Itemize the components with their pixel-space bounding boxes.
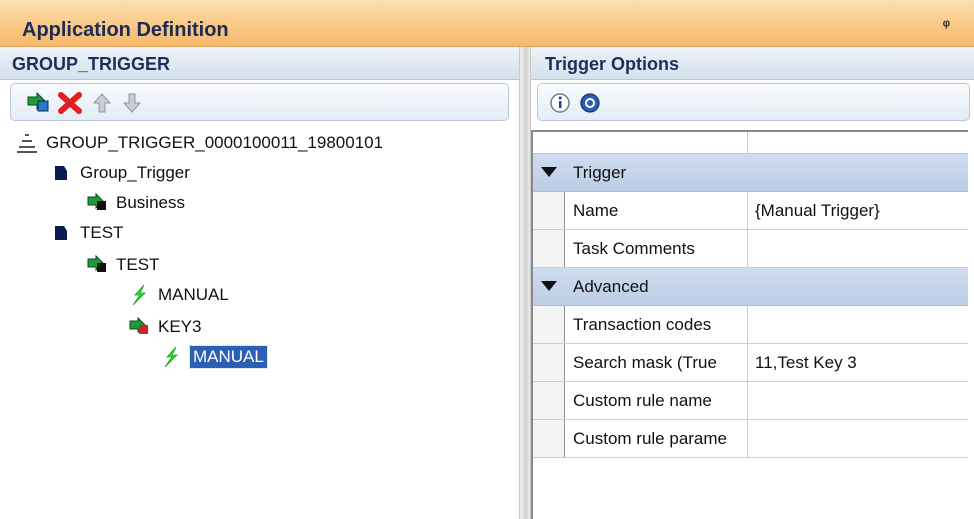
move-up-icon[interactable] bbox=[89, 91, 115, 115]
tree-item[interactable]: MANUAL bbox=[160, 343, 268, 371]
property-value[interactable]: {Manual Trigger} bbox=[755, 201, 965, 221]
tree-item[interactable]: TEST bbox=[86, 251, 159, 279]
category-advanced[interactable]: Advanced bbox=[533, 268, 968, 306]
move-down-icon[interactable] bbox=[119, 91, 145, 115]
tree-item[interactable]: MANUAL bbox=[128, 281, 229, 309]
property-name: Custom rule parame bbox=[573, 429, 728, 448]
right-pane-header: Trigger Options bbox=[531, 47, 974, 80]
trigger-options-pane: Trigger Options Trigger Name {Manual Tri… bbox=[531, 47, 974, 519]
tree-item-label-selected: MANUAL bbox=[189, 345, 268, 369]
property-value[interactable]: 11,Test Key 3 bbox=[755, 353, 965, 373]
category-label: Advanced bbox=[573, 277, 649, 296]
collapse-chevron-icon[interactable] bbox=[541, 281, 557, 291]
left-pane-title: GROUP_TRIGGER bbox=[12, 54, 171, 74]
property-name: Transaction codes bbox=[573, 315, 712, 334]
property-name: Task Comments bbox=[573, 239, 695, 258]
property-grid: Trigger Name {Manual Trigger} Task Comme… bbox=[531, 130, 968, 519]
left-toolbar bbox=[10, 83, 509, 121]
property-row[interactable]: Custom rule name bbox=[533, 382, 968, 420]
property-row[interactable]: Task Comments bbox=[533, 230, 968, 268]
group-icon bbox=[55, 166, 67, 180]
tree-item[interactable]: GROUP_TRIGGER_0000100011_19800101 bbox=[16, 129, 383, 157]
right-toolbar bbox=[537, 83, 970, 121]
business-icon bbox=[87, 192, 106, 210]
tree-item[interactable]: Group_Trigger bbox=[50, 159, 190, 187]
property-name: Custom rule name bbox=[573, 391, 712, 410]
property-row[interactable]: Search mask (True 11,Test Key 3 bbox=[533, 344, 968, 382]
left-pane-header: GROUP_TRIGGER bbox=[0, 47, 519, 80]
category-trigger[interactable]: Trigger bbox=[533, 154, 968, 192]
property-row[interactable]: Transaction codes bbox=[533, 306, 968, 344]
trigger-icon bbox=[132, 284, 146, 306]
key-icon bbox=[129, 316, 148, 334]
grid-header bbox=[533, 132, 968, 154]
tree-item-label: Group_Trigger bbox=[80, 163, 190, 182]
window-title: Application Definition bbox=[22, 19, 229, 41]
window-titlebar: Application Definition ᵠ bbox=[0, 0, 974, 47]
tree-item-label: GROUP_TRIGGER_0000100011_19800101 bbox=[46, 133, 384, 152]
trigger-tree: GROUP_TRIGGER_0000100011_19800101 Group_… bbox=[0, 125, 519, 519]
pin-icon[interactable]: ᵠ bbox=[943, 17, 950, 34]
property-row[interactable]: Custom rule parame bbox=[533, 420, 968, 458]
tree-item-label: KEY3 bbox=[158, 317, 202, 336]
info-icon[interactable] bbox=[548, 91, 574, 115]
pane-splitter[interactable] bbox=[519, 47, 531, 519]
property-name: Search mask (True bbox=[573, 353, 717, 372]
property-name: Name bbox=[573, 201, 619, 220]
group-icon bbox=[55, 226, 67, 240]
help-icon[interactable] bbox=[578, 91, 604, 115]
tree-item-label: TEST bbox=[116, 255, 160, 274]
property-row[interactable]: Name {Manual Trigger} bbox=[533, 192, 968, 230]
tree-item[interactable]: KEY3 bbox=[128, 313, 201, 341]
business-icon bbox=[87, 254, 106, 272]
category-label: Trigger bbox=[573, 163, 627, 182]
tree-item[interactable]: Business bbox=[86, 189, 185, 217]
trigger-icon bbox=[164, 346, 178, 368]
root-icon bbox=[17, 134, 37, 153]
tree-item-label: Business bbox=[116, 193, 185, 212]
delete-icon[interactable] bbox=[57, 91, 83, 115]
collapse-chevron-icon[interactable] bbox=[541, 167, 557, 177]
add-icon[interactable] bbox=[25, 91, 51, 115]
group-trigger-pane: GROUP_TRIGGER GROUP_TRIGGER_0000100011_1… bbox=[0, 47, 519, 519]
right-pane-title: Trigger Options bbox=[545, 54, 680, 74]
tree-item[interactable]: TEST bbox=[50, 219, 123, 247]
tree-item-label: TEST bbox=[80, 223, 124, 242]
tree-item-label: MANUAL bbox=[158, 285, 229, 304]
